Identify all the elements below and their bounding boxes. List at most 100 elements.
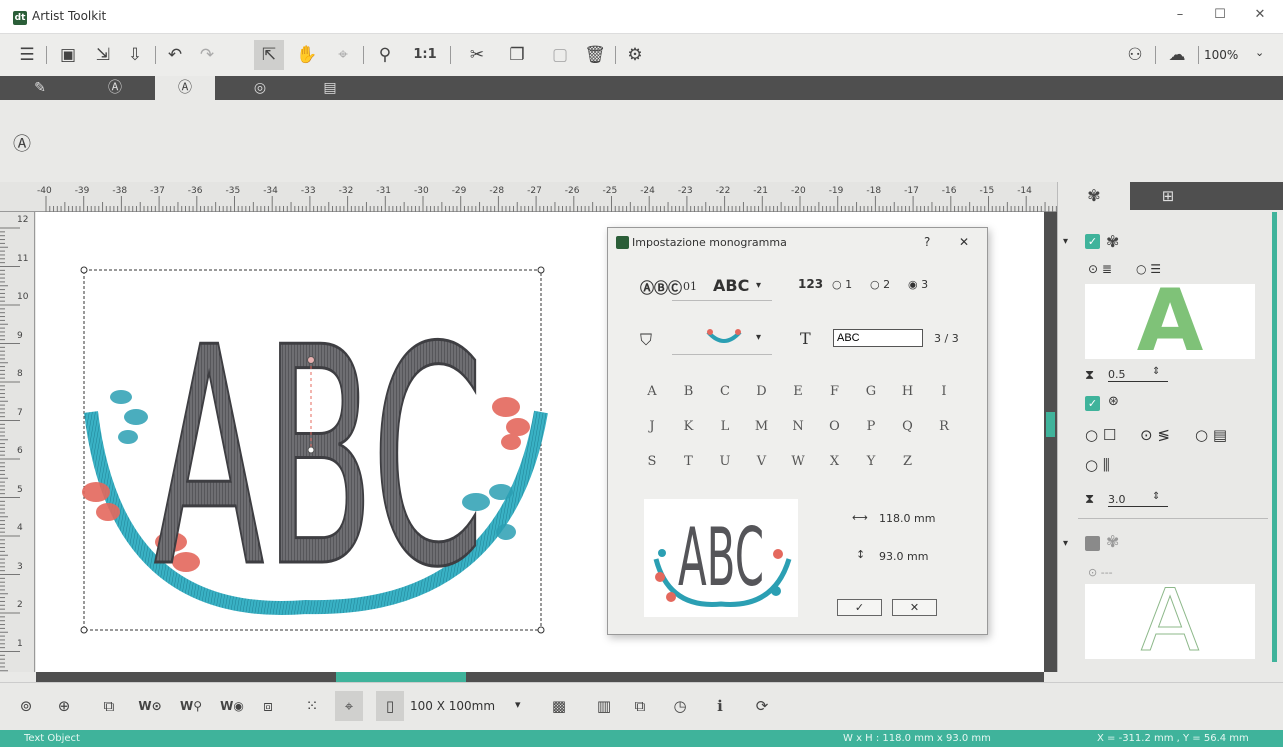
- user-icon[interactable]: ⚇: [1120, 40, 1150, 70]
- export-preview-icon[interactable]: ⧉: [626, 691, 654, 721]
- dialog-help-button[interactable]: ?: [924, 235, 930, 249]
- sequence-icon[interactable]: ⧉: [95, 691, 123, 721]
- letter-key[interactable]: K: [679, 419, 699, 434]
- count-radio-2[interactable]: ○ 2: [870, 278, 890, 291]
- tab-monogram-icon[interactable]: Ⓐ: [155, 76, 215, 100]
- dialog-close-button[interactable]: ✕: [959, 235, 969, 249]
- pan-hand-icon[interactable]: ✋: [292, 40, 322, 70]
- border-square-radio[interactable]: ○ ☐: [1085, 426, 1116, 444]
- letter-key[interactable]: Q: [898, 419, 918, 434]
- hoop-icon[interactable]: ⊚: [12, 691, 40, 721]
- letter-key[interactable]: T: [679, 454, 699, 469]
- font-dropdown-icon[interactable]: ▾: [756, 280, 761, 291]
- hoop-view-icon[interactable]: ▯: [376, 691, 404, 721]
- close-window-button[interactable]: ✕: [1250, 7, 1270, 27]
- tab-frame-icon[interactable]: ◎: [230, 76, 290, 100]
- zoom-1-1-icon[interactable]: 1:1: [410, 40, 440, 70]
- tab-text-icon[interactable]: Ⓐ: [85, 76, 145, 100]
- letter-key[interactable]: M: [752, 419, 772, 434]
- cloud-icon[interactable]: ☁: [1162, 40, 1192, 70]
- center-run-radio[interactable]: ○ ⫼: [1085, 456, 1110, 474]
- letter-key[interactable]: Y: [861, 454, 881, 469]
- letter-key[interactable]: D: [752, 384, 772, 399]
- tab-edit-icon[interactable]: ✎: [10, 76, 70, 100]
- arc-shape-preview[interactable]: [704, 324, 744, 348]
- refresh-icon[interactable]: ⟳: [748, 691, 776, 721]
- outline-layer-checkbox[interactable]: [1085, 536, 1100, 551]
- letter-key[interactable]: N: [788, 419, 808, 434]
- letter-key[interactable]: F: [825, 384, 845, 399]
- zoom-icon[interactable]: ⚲: [370, 40, 400, 70]
- import-icon[interactable]: ⇲: [88, 40, 118, 70]
- settings-gear-icon[interactable]: ⚙: [620, 40, 650, 70]
- undo-icon[interactable]: ↶: [160, 40, 190, 70]
- cut-icon[interactable]: ✂: [462, 40, 492, 70]
- letter-key[interactable]: P: [861, 419, 881, 434]
- minimize-button[interactable]: –: [1170, 7, 1190, 27]
- maximize-button[interactable]: ☐: [1210, 7, 1230, 27]
- selection-handle[interactable]: [537, 626, 545, 634]
- layers-icon[interactable]: ⧈: [254, 691, 282, 721]
- center-target-icon[interactable]: ⌖: [335, 691, 363, 721]
- density-stepper-1[interactable]: ⇕: [1152, 366, 1160, 377]
- underlay-checkbox[interactable]: ✓: [1085, 396, 1100, 411]
- catalog-book-icon[interactable]: ▥: [590, 691, 618, 721]
- letter-key[interactable]: J: [642, 419, 662, 434]
- count-radio-1[interactable]: ○ 1: [832, 278, 852, 291]
- hscroll-thumb[interactable]: [336, 672, 466, 682]
- shape-dropdown-icon[interactable]: ▾: [756, 332, 761, 343]
- export-icon[interactable]: ⇩: [120, 40, 150, 70]
- letter-key[interactable]: U: [715, 454, 735, 469]
- hoop-size-select[interactable]: 100 X 100mm: [410, 699, 495, 713]
- stitch-search-icon[interactable]: W⚲: [177, 691, 205, 721]
- density-stepper-2[interactable]: ⇕: [1152, 491, 1160, 502]
- background-pattern-icon[interactable]: ▩: [545, 691, 573, 721]
- satin-radio[interactable]: ⊙ ≣: [1088, 262, 1112, 276]
- letter-key[interactable]: B: [679, 384, 699, 399]
- letter-key[interactable]: C: [715, 384, 735, 399]
- tab-objects-icon[interactable]: ⊞: [1153, 182, 1183, 210]
- letter-key[interactable]: S: [642, 454, 662, 469]
- cancel-button[interactable]: ✕: [892, 599, 937, 616]
- tab-stitch-settings-icon[interactable]: ✾: [1058, 182, 1130, 210]
- letter-key[interactable]: V: [752, 454, 772, 469]
- letter-key[interactable]: Z: [898, 454, 918, 469]
- letter-key[interactable]: L: [715, 419, 735, 434]
- zoom-level[interactable]: 100%: [1204, 48, 1238, 62]
- time-estimate-icon[interactable]: ◷: [666, 691, 694, 721]
- letter-key[interactable]: G: [861, 384, 881, 399]
- zoom-dropdown-icon[interactable]: ⌄: [1255, 46, 1264, 59]
- letter-key[interactable]: X: [825, 454, 845, 469]
- machine-icon[interactable]: ⊕: [50, 691, 78, 721]
- grid-icon[interactable]: ⁙: [298, 691, 326, 721]
- ok-button[interactable]: ✓: [837, 599, 882, 616]
- text-input[interactable]: [833, 329, 923, 347]
- collapse-arrow-icon[interactable]: ▾: [1063, 236, 1068, 247]
- letter-key[interactable]: A: [642, 384, 662, 399]
- zigzag-radio[interactable]: ⊙ ≶: [1140, 426, 1170, 444]
- center-point[interactable]: [307, 446, 315, 454]
- tab-image-icon[interactable]: ▤: [300, 76, 360, 100]
- save-icon[interactable]: ▣: [53, 40, 83, 70]
- stitch-preview-icon[interactable]: W◉: [218, 691, 246, 721]
- select-arrow-icon[interactable]: ⇱: [254, 40, 284, 70]
- selection-handle[interactable]: [537, 266, 545, 274]
- delete-icon[interactable]: 🗑: [580, 40, 610, 70]
- selection-handle[interactable]: [80, 266, 88, 274]
- point-edit-icon[interactable]: ⌖: [328, 40, 358, 70]
- monogram-tool-icon[interactable]: Ⓐ: [13, 130, 31, 156]
- letter-key[interactable]: O: [825, 419, 845, 434]
- menu-icon[interactable]: ☰: [12, 40, 42, 70]
- stitch-view-icon[interactable]: W⊙: [136, 691, 164, 721]
- letter-key[interactable]: I: [934, 384, 954, 399]
- horizontal-scrollbar[interactable]: [36, 672, 1044, 682]
- panel-scrollbar[interactable]: [1272, 212, 1277, 662]
- letter-key[interactable]: E: [788, 384, 808, 399]
- collapse-arrow-icon-2[interactable]: ▾: [1063, 538, 1068, 549]
- letter-key[interactable]: H: [898, 384, 918, 399]
- letter-key[interactable]: R: [934, 419, 954, 434]
- vertical-scrollbar[interactable]: [1044, 212, 1057, 672]
- paste-icon[interactable]: ▢: [545, 40, 575, 70]
- vscroll-thumb[interactable]: [1046, 412, 1055, 437]
- info-icon[interactable]: ℹ: [706, 691, 734, 721]
